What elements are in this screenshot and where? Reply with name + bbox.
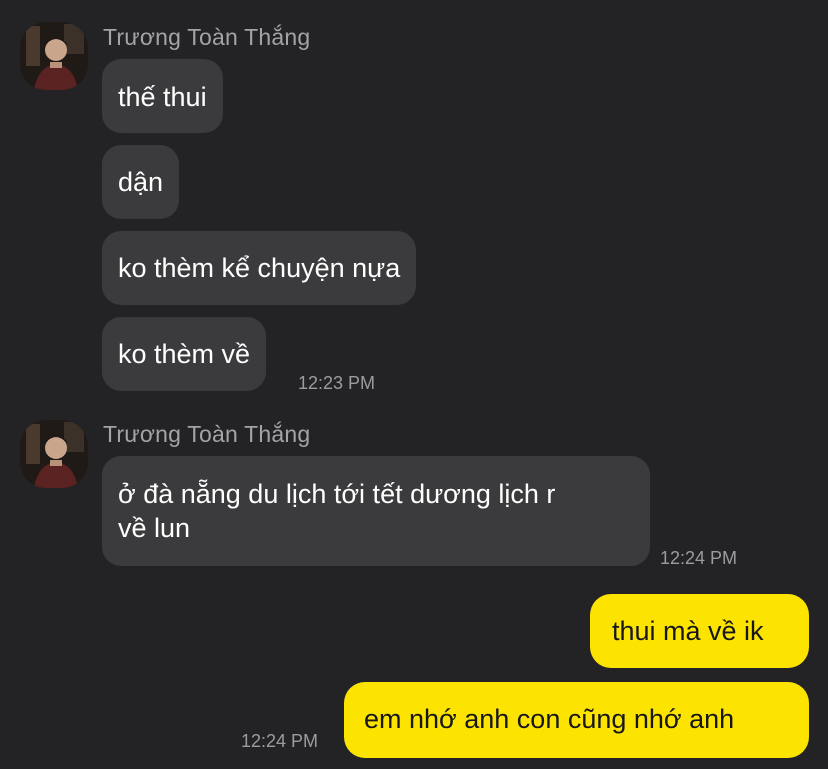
message-bubble[interactable]: thế thui (102, 59, 223, 133)
sent-message-bubble[interactable]: thui mà về ik (590, 594, 809, 668)
sender-name: Trương Toàn Thắng (103, 421, 311, 447)
message-text: thế thui (118, 82, 207, 112)
message-bubble[interactable]: ko thèm về (102, 317, 267, 391)
sent-message-bubble[interactable]: em nhớ anh con cũng nhớ anh (344, 682, 809, 758)
message-text: thui mà về ik (612, 616, 764, 646)
sender-name: Trương Toàn Thắng (103, 24, 311, 50)
message-bubble[interactable]: ở đà nẵng du lịch tới tết dương lịch r v… (102, 456, 650, 566)
message-text: dận (118, 167, 164, 197)
message-text: ko thèm kể chuyện nựa (118, 253, 401, 283)
message-timestamp: 12:23 PM (298, 373, 376, 393)
sender-avatar[interactable] (20, 22, 88, 90)
message-text: em nhớ anh con cũng nhớ anh (364, 704, 735, 734)
avatar-photo-icon (20, 420, 88, 488)
sender-avatar[interactable] (20, 420, 88, 488)
message-bubble[interactable]: dận (102, 145, 180, 219)
message-text-line: ở đà nẵng du lịch tới tết dương lịch r (118, 479, 556, 509)
avatar-photo-icon (20, 22, 88, 90)
message-text: ko thèm về (118, 339, 251, 369)
message-bubble[interactable]: ko thèm kể chuyện nựa (102, 231, 417, 305)
message-timestamp: 12:24 PM (241, 731, 319, 751)
message-text-line: về lun (118, 513, 191, 543)
message-timestamp: 12:24 PM (660, 548, 738, 568)
